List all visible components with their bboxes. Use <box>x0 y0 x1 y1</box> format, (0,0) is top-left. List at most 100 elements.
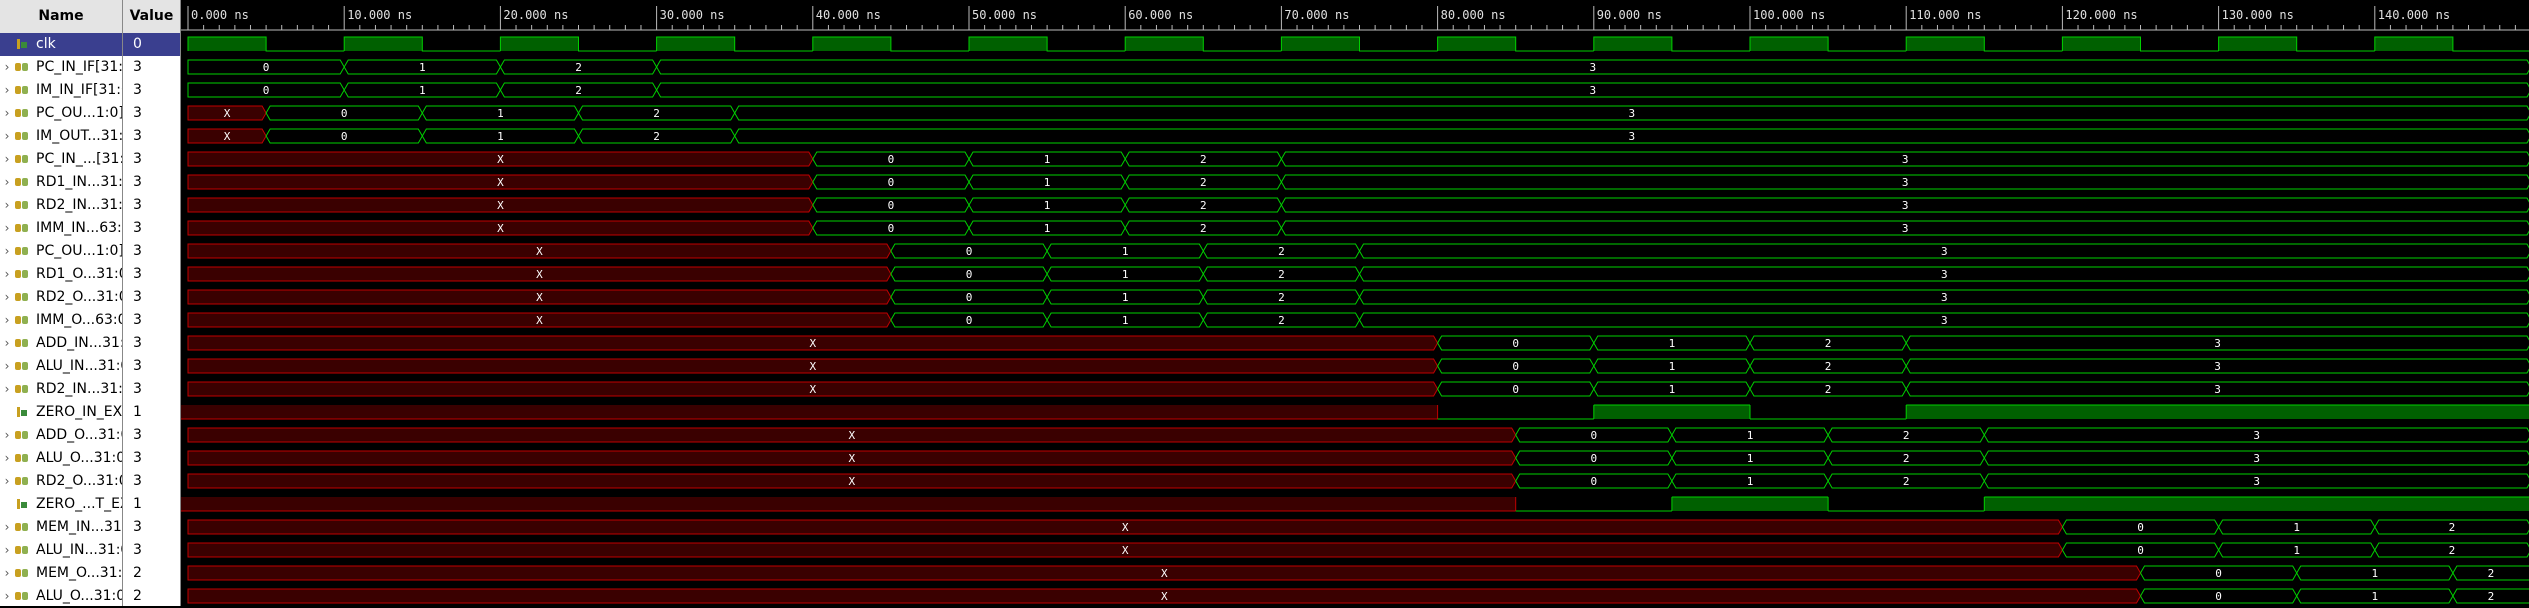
bit-signal-icon <box>14 38 32 50</box>
expand-chevron-icon[interactable]: › <box>0 562 14 585</box>
clock-high-pulse <box>1594 37 1672 51</box>
bus-value-label: 1 <box>2293 521 2300 534</box>
signal-value: 3 <box>123 217 180 240</box>
expand-chevron-icon[interactable]: › <box>0 79 14 102</box>
clock-high-pulse <box>2219 37 2297 51</box>
signal-row-13[interactable]: ›ADD_IN...31:0] <box>0 332 122 355</box>
bus-signal-icon <box>14 360 32 372</box>
expand-chevron-icon[interactable]: › <box>0 516 14 539</box>
expand-chevron-icon[interactable]: › <box>0 447 14 470</box>
bus-value-label: X <box>536 291 543 304</box>
bus-value-label: 0 <box>966 268 973 281</box>
bus-signal-icon <box>14 590 32 602</box>
signal-row-14[interactable]: ›ALU_IN...31:0] <box>0 355 122 378</box>
bus-signal-icon <box>14 521 32 533</box>
expand-chevron-icon[interactable]: › <box>0 378 14 401</box>
bus-value-label: 3 <box>1589 84 1596 97</box>
waveform-canvas[interactable]: 0.000 ns10.000 ns20.000 ns30.000 ns40.00… <box>181 0 2529 606</box>
signal-row-8[interactable]: ›IMM_IN...63:0] <box>0 217 122 240</box>
expand-chevron-icon[interactable]: › <box>0 102 14 125</box>
expand-chevron-icon[interactable]: › <box>0 332 14 355</box>
signal-row-0[interactable]: clk <box>0 33 122 56</box>
signal-name: RD2_IN...31:0] <box>36 197 122 213</box>
timeline-tick-label: 30.000 ns <box>660 8 725 22</box>
signal-row-2[interactable]: ›IM_IN_IF[31:0] <box>0 79 122 102</box>
bus-value-label: 1 <box>1669 360 1676 373</box>
signal-row-17[interactable]: ›ADD_O...31:0] <box>0 424 122 447</box>
timeline-tick-label: 80.000 ns <box>1441 8 1506 22</box>
signal-row-9[interactable]: ›PC_OU...1:0] <box>0 240 122 263</box>
value-column-header[interactable]: Value <box>123 0 180 34</box>
expand-chevron-icon[interactable]: › <box>0 286 14 309</box>
signal-row-22[interactable]: ›ALU_IN...31:0] <box>0 539 122 562</box>
bus-signal-icon <box>14 429 32 441</box>
expand-chevron-icon[interactable]: › <box>0 355 14 378</box>
signal-row-6[interactable]: › RD1_IN...31:0] <box>0 171 122 194</box>
name-column-header[interactable]: Name <box>0 0 122 34</box>
expand-chevron-icon[interactable]: › <box>0 125 14 148</box>
signal-row-20[interactable]: ZERO_...T_EX <box>0 493 122 516</box>
bus-value-label: 3 <box>1941 314 1948 327</box>
clock-high-pulse <box>1750 37 1828 51</box>
bus-signal-icon <box>14 84 32 96</box>
bus-value-label: 3 <box>2214 337 2221 350</box>
signal-row-23[interactable]: ›MEM_O...31:0] <box>0 562 122 585</box>
signal-row-7[interactable]: › RD2_IN...31:0] <box>0 194 122 217</box>
waveform-panel[interactable]: 0.000 ns10.000 ns20.000 ns30.000 ns40.00… <box>181 0 2529 606</box>
expand-chevron-icon[interactable]: › <box>0 171 14 194</box>
signal-row-3[interactable]: ›PC_OU...1:0] <box>0 102 122 125</box>
signal-row-19[interactable]: › RD2_O...31:0] <box>0 470 122 493</box>
bus-value-label: 2 <box>2488 590 2495 603</box>
signal-row-15[interactable]: ›RD2_IN...31:0] <box>0 378 122 401</box>
signal-value: 3 <box>123 516 180 539</box>
signal-row-16[interactable]: ZERO_IN_EX <box>0 401 122 424</box>
bus-value-label: 1 <box>1747 475 1754 488</box>
expand-chevron-icon[interactable]: › <box>0 194 14 217</box>
bus-value-label: 2 <box>1278 268 1285 281</box>
signal-row-5[interactable]: ›PC_IN_...[31:0] <box>0 148 122 171</box>
waveform-window: Name clk›PC_IN_IF[31:0]›IM_IN_IF[31:0]›P… <box>0 0 2529 606</box>
bus-value-label: 3 <box>2214 383 2221 396</box>
expand-chevron-icon[interactable]: › <box>0 470 14 493</box>
bus-value-label: 0 <box>341 107 348 120</box>
expand-chevron-icon[interactable]: › <box>0 56 14 79</box>
bus-value-label: X <box>809 360 816 373</box>
bus-value-label: 1 <box>419 84 426 97</box>
signal-row-12[interactable]: ›IMM_O...63:0] <box>0 309 122 332</box>
bus-value-label: X <box>1122 544 1129 557</box>
signal-row-11[interactable]: ›RD2_O...31:0] <box>0 286 122 309</box>
bus-value-label: 2 <box>1278 314 1285 327</box>
bus-value-label: 0 <box>2137 544 2144 557</box>
bus-value-label: X <box>536 268 543 281</box>
bus-value-label: 0 <box>1590 475 1597 488</box>
expand-chevron-icon[interactable]: › <box>0 309 14 332</box>
bit-invalid-region <box>181 497 1516 511</box>
bus-value-label: 2 <box>2449 521 2456 534</box>
bus-value-label: 0 <box>888 199 895 212</box>
bus-value-label: 0 <box>263 61 270 74</box>
expand-chevron-icon[interactable]: › <box>0 148 14 171</box>
signal-value: 3 <box>123 148 180 171</box>
bus-value-label: 2 <box>653 107 660 120</box>
signal-row-24[interactable]: ›ALU_O...31:0] <box>0 585 122 608</box>
timeline-tick-label: 10.000 ns <box>347 8 412 22</box>
signal-row-4[interactable]: ›IM_OUT...31:0] <box>0 125 122 148</box>
expand-chevron-icon[interactable]: › <box>0 539 14 562</box>
signal-row-21[interactable]: ›MEM_IN...31:0] <box>0 516 122 539</box>
signal-name: RD1_IN...31:0] <box>36 174 122 190</box>
signal-row-1[interactable]: ›PC_IN_IF[31:0] <box>0 56 122 79</box>
expand-chevron-icon[interactable]: › <box>0 585 14 608</box>
signal-value: 3 <box>123 332 180 355</box>
expand-chevron-icon[interactable]: › <box>0 424 14 447</box>
bus-value-label: 0 <box>966 314 973 327</box>
signal-value: 2 <box>123 562 180 585</box>
signal-name: RD2_O...31:0] <box>36 473 122 489</box>
bus-signal-icon <box>14 61 32 73</box>
expand-chevron-icon[interactable]: › <box>0 217 14 240</box>
expand-chevron-icon[interactable]: › <box>0 263 14 286</box>
signal-value: 2 <box>123 585 180 608</box>
expand-chevron-icon[interactable]: › <box>0 240 14 263</box>
signal-row-10[interactable]: ›RD1_O...31:0] <box>0 263 122 286</box>
bus-signal-icon <box>14 130 32 142</box>
signal-row-18[interactable]: ›ALU_O...31:0] <box>0 447 122 470</box>
